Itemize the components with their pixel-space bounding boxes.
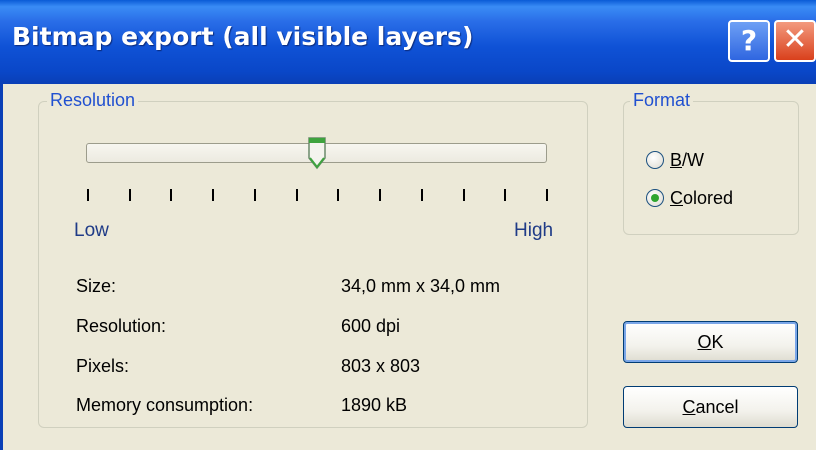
radio-bw[interactable]: B/W [646, 148, 704, 172]
radio-colored-label: Colored [670, 187, 734, 208]
slider-tick [420, 189, 423, 201]
bitmap-export-dialog: Bitmap export (all visible layers) ? ✕ R… [0, 0, 816, 450]
slider-tick [379, 189, 382, 201]
resolution-value: 600 dpi [341, 316, 401, 336]
slider-tick [170, 189, 173, 201]
resolution-legend: Resolution [47, 90, 139, 111]
slider-min-label: Low [74, 220, 109, 241]
resolution-label: Resolution: [76, 316, 167, 336]
radio-colored[interactable]: Colored [646, 186, 733, 210]
slider-tick [337, 189, 340, 201]
dialog-body: Resolution Low High Size: 34,0 mm x 34,0… [0, 84, 816, 450]
close-button[interactable]: ✕ [774, 20, 816, 62]
memory-label: Memory consumption: [76, 395, 254, 415]
radio-colored-circle[interactable] [646, 189, 664, 207]
radio-bw-circle[interactable] [646, 151, 664, 169]
title-bar[interactable]: Bitmap export (all visible layers) ? ✕ [0, 0, 816, 84]
help-button[interactable]: ? [728, 20, 770, 62]
help-icon: ? [740, 24, 758, 57]
close-icon: ✕ [782, 22, 808, 57]
slider-max-label: High [514, 220, 554, 241]
slider-tick [212, 189, 215, 201]
ok-button[interactable]: OK [623, 321, 798, 363]
resolution-group: Resolution Low High Size: 34,0 mm x 34,0… [38, 90, 588, 428]
slider-tick [504, 189, 507, 201]
window-title: Bitmap export (all visible layers) [12, 22, 474, 51]
format-legend: Format [630, 90, 694, 111]
slider-tick [462, 189, 465, 201]
slider-tick [87, 189, 89, 201]
memory-value: 1890 kB [341, 395, 408, 415]
radio-bw-label: B/W [670, 149, 705, 170]
cancel-button[interactable]: Cancel [623, 386, 798, 428]
radio-selected-dot [651, 194, 659, 202]
size-value: 34,0 mm x 34,0 mm [341, 276, 501, 296]
slider-tick [253, 189, 256, 201]
slider-thumb-icon[interactable] [307, 136, 327, 170]
slider-tick [295, 189, 298, 201]
pixels-label: Pixels: [76, 356, 130, 376]
ok-button-label: OK [697, 332, 724, 352]
slider-tick [546, 189, 548, 201]
format-group: Format B/W Colored [623, 90, 799, 235]
pixels-value: 803 x 803 [341, 356, 421, 376]
slider-tick [128, 189, 131, 201]
cancel-button-label: Cancel [682, 397, 739, 417]
size-label: Size: [76, 276, 117, 296]
